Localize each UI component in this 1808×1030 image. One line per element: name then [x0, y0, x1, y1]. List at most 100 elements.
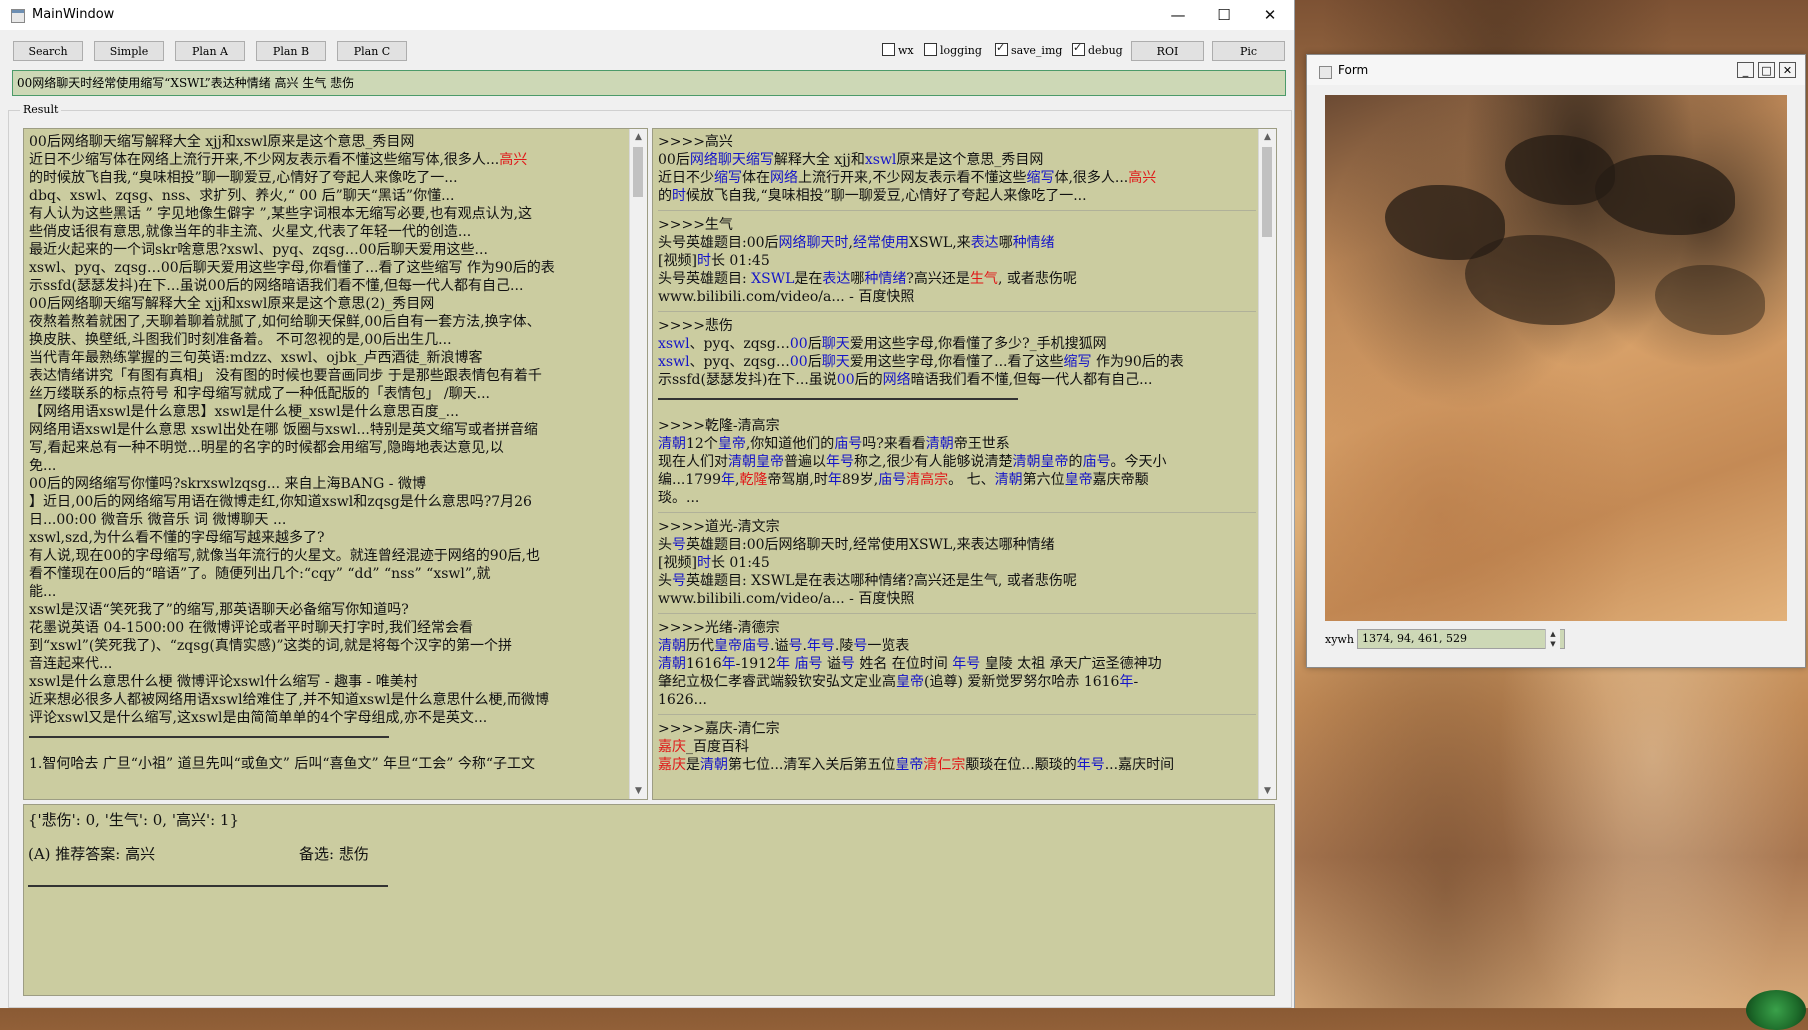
right-result-line: 头号英雄题目: XSWL是在表达哪种情绪?高兴还是生气, 或者悲伤呢	[658, 572, 1256, 590]
keyword-highlight: 00	[836, 372, 855, 388]
text-run: 后	[807, 336, 822, 352]
text-run: 头号英雄题目:00后	[658, 235, 779, 251]
right-pane-scrollbar[interactable]: ▲ ▼	[1258, 129, 1276, 799]
text-run: 的	[658, 188, 672, 204]
right-result-line: xswl、pyq、zqsg…00后聊天爱用这些字母,你看懂了...看了这些缩写 …	[658, 353, 1256, 371]
debug-checkbox-label: debug	[1088, 44, 1123, 57]
keyword-highlight: 缩写	[1063, 354, 1092, 370]
checkbox-box-checked[interactable]	[1072, 41, 1085, 56]
keyword-highlight: 号	[788, 638, 803, 654]
right-result-line: www.bilibili.com/video/a... - 百度快照	[658, 288, 1256, 306]
plan-b-button[interactable]: Plan B	[256, 41, 326, 61]
answer-recommended: (A) 推荐答案: 高兴	[28, 845, 156, 863]
separator-rule	[658, 389, 1256, 407]
text-run: www.bilibili.com/video/a... - 百度快照	[658, 591, 915, 607]
keyword-highlight: 年号	[826, 454, 854, 470]
keyword-highlight: 00	[789, 354, 808, 370]
maximize-button[interactable]: ☐	[1201, 0, 1247, 30]
left-result-line: 音连起来代...	[29, 656, 113, 672]
scroll-down-icon[interactable]: ▼	[1259, 783, 1276, 799]
keyword-highlight: 年	[721, 656, 736, 672]
text-run: (追尊) 爱新觉罗努尔哈赤 1616	[924, 674, 1120, 690]
section-heading: >>>>道光-清文宗	[658, 519, 780, 535]
text-run: 普遍以	[784, 454, 826, 470]
keyword-highlight: 庙号	[1082, 454, 1111, 470]
scroll-thumb[interactable]	[633, 147, 643, 197]
right-result-line: 现在人们对清朝皇帝普遍以年号称之,很少有人能够说清楚清朝皇帝的庙号。今天小	[658, 453, 1256, 471]
xywh-spinner-icon[interactable]: ▲ ▼	[1545, 629, 1560, 649]
scroll-up-icon[interactable]: ▲	[630, 129, 647, 145]
close-button[interactable]: ✕	[1247, 0, 1293, 30]
left-result-line: 有人说,现在00的字母缩写,就像当年流行的火星文。就连曾经混迹于网络的90后,也	[29, 548, 540, 564]
text-run: 89岁,	[841, 472, 879, 488]
app-window-icon	[11, 9, 25, 23]
debug-checkbox[interactable]: debug	[1072, 41, 1123, 58]
wildebeest-shape	[1465, 235, 1615, 325]
left-result-line: 有人认为这些黑话 ” 字见地像生僻字 ”,某些字词根本无缩写必要,也有观点认为,…	[29, 206, 533, 222]
right-results-pane[interactable]: >>>>高兴 00后网络聊天缩写解释大全 xjj和xswl原来是这个意思_秀目网近…	[652, 128, 1277, 800]
keyword-highlight: 高兴	[1128, 170, 1157, 186]
right-result-line: www.bilibili.com/video/a... - 百度快照	[658, 590, 1256, 608]
xywh-input[interactable]: 1374, 94, 461, 529	[1357, 629, 1565, 649]
right-result-line: [视频]时长 01:45	[658, 554, 1256, 572]
text-run: 第七位...清军入关后第五位	[728, 757, 896, 773]
checkbox-box-checked[interactable]	[995, 41, 1008, 56]
pic-button[interactable]: Pic	[1212, 41, 1285, 61]
form-close-icon[interactable]: ✕	[1779, 62, 1796, 78]
window-title: MainWindow	[32, 7, 115, 22]
desktop-icon-partial[interactable]	[1746, 990, 1806, 1030]
simple-button[interactable]: Simple	[94, 41, 164, 61]
text-run: .陵	[834, 638, 854, 654]
text-run: 姓名 在位时间	[854, 656, 953, 672]
left-result-line: xswl是什么意思什么梗 微博评论xswl什么缩写 - 趣事 - 唯美村	[29, 674, 418, 690]
checkbox-box[interactable]	[882, 43, 895, 56]
right-result-line: 示ssfd(瑟瑟发抖)在下...虽说00后的网络暗语我们看不懂,但每一代人都有自…	[658, 371, 1256, 389]
keyword-highlight: 高兴	[499, 152, 528, 168]
keyword-highlight: 年	[776, 656, 790, 672]
text-run: 、pyq、zqsg…	[689, 336, 790, 352]
right-result-line: 的时候放飞自我,“臭味相投”聊一聊爱豆,心情好了夸起人来像吃了一...	[658, 187, 1256, 205]
keyword-highlight: 皇帝	[1064, 472, 1093, 488]
right-result-line: 清朝12个皇帝,你知道他们的庙号吗?来看看清朝帝王世系	[658, 435, 1256, 453]
keyword-highlight: 清朝皇帝	[1012, 454, 1069, 470]
scroll-down-icon[interactable]: ▼	[630, 783, 647, 799]
text-run: 历代	[686, 638, 714, 654]
answer-score-line: {'悲伤': 0, '生气': 0, '高兴': 1}	[28, 811, 239, 829]
roi-preview-image	[1325, 95, 1787, 621]
left-result-line: 00后网络聊天缩写解释大全 xjj和xswl原来是这个意思_秀目网	[29, 134, 415, 150]
plan-c-button[interactable]: Plan C	[337, 41, 407, 61]
section-heading: >>>>乾隆-清高宗	[658, 418, 780, 434]
checkbox-box[interactable]	[924, 43, 937, 56]
keyword-highlight: 年	[720, 472, 735, 488]
wildebeest-shape	[1655, 265, 1765, 335]
text-run: 帝王世系	[953, 436, 1010, 452]
logging-checkbox[interactable]: logging	[924, 43, 982, 58]
scroll-thumb[interactable]	[1262, 147, 1272, 237]
form-minimize-icon[interactable]: _	[1737, 62, 1754, 78]
plan-a-button[interactable]: Plan A	[175, 41, 245, 61]
main-window-titlebar[interactable]: MainWindow — ☐ ✕	[0, 0, 1294, 30]
left-result-line: 到“xswl”(笑死我了)、“zqsg(真情实感)”这类的词,就是将每个汉字的第…	[29, 638, 512, 654]
left-pane-scrollbar[interactable]: ▲ ▼	[629, 129, 647, 799]
search-button[interactable]: Search	[13, 41, 83, 61]
keyword-highlight: 缩写	[714, 170, 742, 186]
form-titlebar[interactable]: Form _ □ ✕	[1307, 55, 1805, 85]
keyword-highlight: 庙号	[878, 472, 907, 488]
roi-button[interactable]: ROI	[1131, 41, 1204, 61]
text-run: 长 01:45	[710, 555, 770, 571]
keyword-highlight: 年	[827, 472, 842, 488]
right-result-line: 头号英雄题目:00后网络聊天时,经常使用XSWL,来表达哪种情绪	[658, 234, 1256, 252]
answer-output-pane[interactable]: {'悲伤': 0, '生气': 0, '高兴': 1} (A) 推荐答案: 高兴…	[23, 804, 1275, 996]
scroll-up-icon[interactable]: ▲	[1259, 129, 1276, 145]
left-results-pane[interactable]: 00后网络聊天缩写解释大全 xjj和xswl原来是这个意思_秀目网 近日不少缩写体…	[23, 128, 648, 800]
text-run: 上流行开来,不少网友表示看不懂这些	[798, 170, 1027, 186]
wx-checkbox[interactable]: wx	[882, 43, 914, 58]
keyword-highlight: xswl	[658, 336, 690, 352]
text-run: 。今天小	[1110, 454, 1167, 470]
query-input[interactable]: 00网络聊天时经常使用缩写“XSWL”表达种情绪 高兴 生气 悲伤	[12, 70, 1286, 96]
save-img-checkbox[interactable]: save_img	[995, 41, 1062, 58]
text-run: 吗?来看看	[862, 436, 926, 452]
left-result-line: 近来想必很多人都被网络用语xswl给难住了,并不知道xswl是什么意思什么梗,而…	[29, 692, 549, 708]
minimize-button[interactable]: —	[1155, 0, 1201, 30]
form-maximize-icon[interactable]: □	[1758, 62, 1775, 78]
